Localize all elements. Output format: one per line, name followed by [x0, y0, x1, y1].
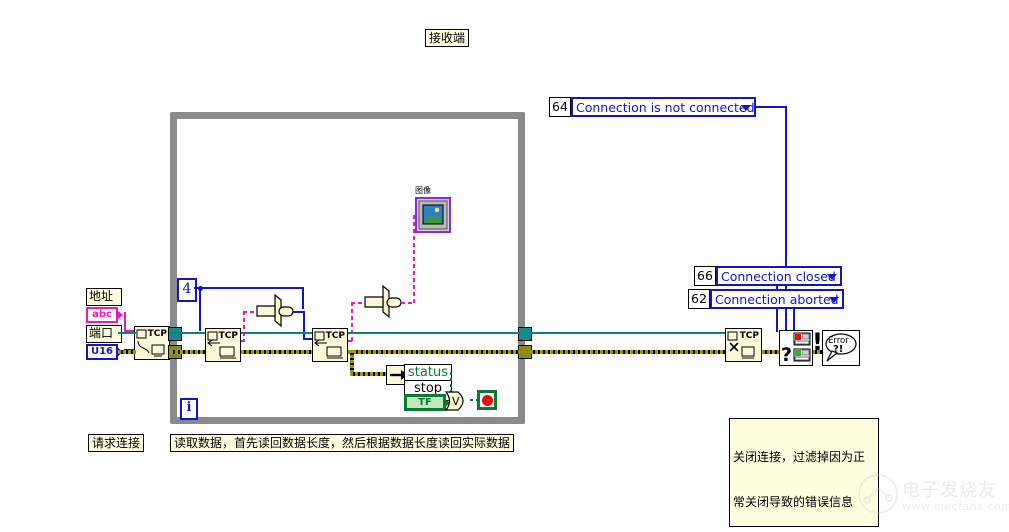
- chevron-down-icon: [827, 274, 837, 280]
- ring-code-62: 62: [688, 289, 710, 309]
- type-cast-node-2[interactable]: [363, 284, 405, 324]
- tcp-close-icon: [727, 331, 755, 359]
- wire-conn-read1-read2: [241, 332, 312, 334]
- tunnel-connection-in[interactable]: [168, 327, 182, 341]
- watermark-text: 电子发烧友: [902, 480, 997, 501]
- error-handler-mark: ?!: [833, 344, 843, 355]
- tcp-open-icon: [136, 329, 165, 357]
- ring-code-64: 64: [549, 97, 571, 117]
- ring-connection-not-connected[interactable]: Connection is not connected: [571, 97, 756, 117]
- simple-error-handler-node[interactable]: Error ?!: [822, 330, 860, 366]
- address-label: 地址: [86, 288, 122, 306]
- wire-conn-read2-out: [348, 332, 520, 334]
- wire-read2-out-v: [351, 302, 353, 342]
- watermark-logo-icon: [858, 474, 898, 514]
- tcp-read-icon: [314, 331, 343, 359]
- wire-conn-in-read1: [170, 332, 205, 334]
- wire-error-branch-v: [350, 350, 354, 374]
- wire-ring62-v: [793, 309, 795, 332]
- comment-read-data: 读取数据，首先读回数据长度，然后根据数据长度读回实际数据: [170, 434, 515, 452]
- address-terminal[interactable]: abc: [86, 307, 123, 323]
- wire-error-loop-to-close: [530, 350, 725, 354]
- port-terminal-text: U16: [90, 346, 114, 357]
- tcp-read-length-node[interactable]: TCP: [205, 328, 241, 362]
- while-loop-structure[interactable]: [170, 112, 525, 424]
- stop-button-terminal[interactable]: [477, 390, 497, 410]
- comment-close-connection: 关闭连接，过滤掉因为正 常关闭导致的错误信息: [729, 418, 879, 527]
- wire-error-in-read1: [170, 350, 205, 354]
- type-cast-node-1[interactable]: [255, 293, 297, 333]
- type-cast-icon: [364, 284, 402, 319]
- tcp-read-data-node[interactable]: TCP: [312, 328, 348, 362]
- address-terminal-text: abc: [92, 309, 112, 320]
- type-cast-icon: [256, 293, 294, 328]
- port-terminal[interactable]: U16: [86, 344, 123, 360]
- wire-const4-left-down: [199, 287, 201, 331]
- ring-connection-closed[interactable]: Connection closed: [716, 266, 842, 286]
- svg-text:?: ?: [781, 344, 792, 365]
- wire-const4-down: [302, 287, 304, 309]
- port-label: 端口: [86, 325, 122, 343]
- wire-error-branch-h: [350, 372, 388, 376]
- ring-label-64: Connection is not connected: [576, 99, 755, 115]
- or-gate-icon: V: [444, 391, 464, 411]
- tcp-read-icon: [207, 331, 236, 359]
- image-indicator[interactable]: [415, 197, 451, 233]
- stop-terminal-text: TF: [418, 397, 432, 408]
- wire-read1-out-v: [243, 311, 245, 342]
- chevron-down-icon: [741, 105, 751, 111]
- comment-close-line2: 常关闭导致的错误信息: [733, 495, 854, 509]
- diagram-title: 接收端: [425, 29, 470, 47]
- wire-status-out: [450, 372, 452, 374]
- iteration-terminal: i: [180, 398, 198, 420]
- ring-label-62: Connection aborted: [715, 291, 839, 307]
- tcp-open-connection-node[interactable]: TCP: [134, 326, 170, 360]
- stop-boolean-terminal[interactable]: TF: [404, 394, 450, 411]
- comment-close-line1: 关闭连接，过滤掉因为正: [733, 450, 866, 464]
- or-gate-node[interactable]: V: [444, 390, 470, 412]
- clear-errors-node[interactable]: ?: [779, 330, 813, 366]
- terminal-arrow-icon: [117, 310, 123, 320]
- clear-errors-icon: ?: [781, 332, 811, 366]
- chevron-down-icon: [829, 297, 839, 303]
- ring-code-66: 66: [694, 266, 716, 286]
- tcp-close-connection-node[interactable]: TCP: [725, 328, 762, 362]
- wire-error-read1-read2: [241, 350, 312, 354]
- wire-const4-top: [200, 287, 304, 289]
- stop-button-icon: [481, 394, 493, 406]
- error-speech-bubble-icon: Error ?!: [825, 333, 857, 362]
- image-icon: [418, 200, 448, 230]
- ring-label-66: Connection closed: [721, 268, 836, 284]
- wire-ring64-h: [755, 106, 787, 108]
- watermark-url: www.elecfans.com: [902, 500, 1009, 513]
- wire-cast1-down: [303, 311, 305, 340]
- wire-conn-open-out: [118, 332, 136, 334]
- watermark: 电子发烧友 www.elecfans.com: [858, 470, 1009, 522]
- numeric-constant-4[interactable]: 4: [177, 278, 197, 302]
- ring-connection-aborted[interactable]: Connection aborted: [710, 289, 844, 309]
- tunnel-connection-out[interactable]: [518, 327, 532, 341]
- comment-request-connection: 请求连接: [88, 434, 145, 452]
- image-indicator-label: 图像: [415, 186, 431, 195]
- wire-address-v: [124, 312, 126, 330]
- wire-error-open-to-loop: [118, 350, 136, 354]
- wire-conn-loop-to-close: [530, 332, 725, 334]
- svg-text:V: V: [452, 395, 460, 408]
- wire-error-read2-out: [348, 350, 520, 354]
